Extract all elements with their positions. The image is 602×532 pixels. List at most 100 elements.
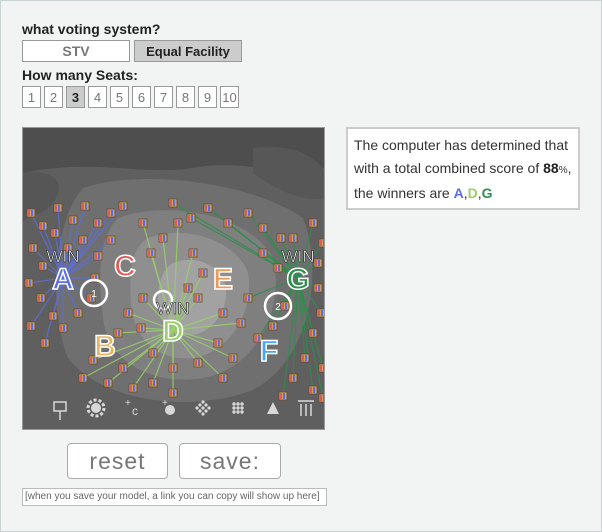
stv-button[interactable]: STV	[22, 40, 130, 62]
seat-button-10[interactable]: 10	[220, 86, 239, 108]
voter-icon[interactable]	[138, 293, 148, 303]
voter-icon[interactable]	[308, 328, 318, 338]
voter-icon[interactable]	[268, 321, 278, 331]
voter-icon[interactable]	[73, 308, 83, 318]
voter-icon[interactable]	[168, 363, 178, 373]
voter-icon[interactable]	[316, 308, 324, 318]
candidate-letter: C	[114, 250, 136, 283]
voter-icon[interactable]	[288, 233, 298, 243]
voter-icon[interactable]	[173, 218, 183, 228]
seat-button-4[interactable]: 4	[88, 86, 107, 108]
candidate-c[interactable]: C	[113, 249, 136, 284]
voter-icon[interactable]	[158, 233, 168, 243]
voter-icon[interactable]	[193, 293, 203, 303]
save-link-field[interactable]: [when you save your model, a link you ca…	[22, 488, 327, 506]
voter-icon[interactable]	[168, 388, 178, 398]
voter-icon[interactable]	[313, 258, 323, 268]
voter-icon[interactable]	[243, 208, 253, 218]
save-button[interactable]: save:	[179, 443, 281, 479]
voter-icon[interactable]	[218, 373, 228, 383]
voter-icon[interactable]	[186, 213, 196, 223]
voter-icon[interactable]	[26, 208, 36, 218]
voter-icon[interactable]	[50, 228, 60, 238]
voter-icon[interactable]	[183, 283, 193, 293]
winner-d: D	[467, 185, 478, 201]
seat-button-7[interactable]: 7	[154, 86, 173, 108]
candidate-e[interactable]: E	[212, 262, 234, 297]
voter-icon[interactable]	[308, 218, 318, 228]
voter-icon[interactable]	[148, 348, 158, 358]
seat-button-9[interactable]: 9	[198, 86, 217, 108]
seat-button-1[interactable]: 1	[22, 86, 41, 108]
voter-icon[interactable]	[80, 201, 90, 211]
voter-icon[interactable]	[218, 308, 228, 318]
voter-icon[interactable]	[276, 233, 286, 243]
voter-icon[interactable]	[136, 323, 146, 333]
voter-icon[interactable]	[26, 321, 36, 331]
candidate-g[interactable]: GWIN	[281, 247, 315, 297]
voter-icon[interactable]	[318, 238, 324, 248]
voter-icon[interactable]	[123, 308, 133, 318]
voter-icon[interactable]	[24, 278, 34, 288]
voter-icon[interactable]	[228, 353, 238, 363]
voter-icon[interactable]	[106, 208, 116, 218]
dots-grid-icon[interactable]	[232, 402, 244, 414]
voter-icon[interactable]	[78, 373, 88, 383]
voter-icon[interactable]	[258, 223, 268, 233]
voter-icon[interactable]	[313, 283, 323, 293]
score-value: 88	[543, 159, 559, 176]
voter-icon[interactable]	[198, 268, 208, 278]
seat-button-3[interactable]: 3	[66, 86, 85, 108]
simulation-canvas[interactable]: 1 2 A WIN B C D WIN E F G WIN + c +	[22, 127, 325, 430]
voter-icon[interactable]	[58, 323, 68, 333]
voter-icon[interactable]	[28, 243, 38, 253]
voter-icon[interactable]	[106, 235, 116, 245]
voter-icon[interactable]	[308, 385, 318, 395]
voter-icon[interactable]	[300, 353, 310, 363]
voter-icon[interactable]	[128, 383, 138, 393]
voter-icon[interactable]	[280, 301, 290, 311]
voter-icon[interactable]	[138, 218, 148, 228]
voter-icon[interactable]	[118, 201, 128, 211]
candidate-f[interactable]: F	[259, 334, 279, 369]
voter-icon[interactable]	[93, 251, 103, 261]
seat-button-2[interactable]: 2	[44, 86, 63, 108]
voter-icon[interactable]	[93, 218, 103, 228]
voter-icon[interactable]	[223, 218, 233, 228]
voter-icon[interactable]	[258, 248, 268, 258]
voter-icon[interactable]	[288, 373, 298, 383]
voter-icon[interactable]	[213, 338, 223, 348]
seat-button-5[interactable]: 5	[110, 86, 129, 108]
voter-icon[interactable]	[193, 358, 203, 368]
voter-icon[interactable]	[236, 318, 246, 328]
voter-icon[interactable]	[48, 311, 58, 321]
win-label: WIN	[156, 299, 189, 318]
voter-icon[interactable]	[78, 235, 88, 245]
score-unit: %	[558, 164, 568, 176]
candidate-b[interactable]: B	[93, 329, 116, 364]
voter-icon[interactable]	[53, 203, 63, 213]
reset-button[interactable]: reset	[67, 443, 168, 479]
voter-icon[interactable]	[103, 378, 113, 388]
voter-icon[interactable]	[278, 391, 288, 401]
voter-icon[interactable]	[146, 248, 156, 258]
win-label: WIN	[46, 247, 79, 266]
simulation-svg[interactable]: 12AWINBCDWINEFGWIN +c+	[23, 128, 324, 429]
voter-icon[interactable]	[243, 293, 253, 303]
voter-icon[interactable]	[38, 221, 48, 231]
voter-icon[interactable]	[40, 338, 50, 348]
equal-facility-button[interactable]: Equal Facility	[134, 40, 242, 62]
voter-icon[interactable]	[148, 378, 158, 388]
voter-icon[interactable]	[203, 203, 213, 213]
seat-button-8[interactable]: 8	[176, 86, 195, 108]
voter-icon[interactable]	[188, 248, 198, 258]
voter-icon[interactable]	[118, 363, 128, 373]
voter-icon[interactable]	[36, 293, 46, 303]
voter-icon[interactable]	[318, 393, 324, 403]
voter-icon[interactable]	[68, 215, 78, 225]
seats-label: How many Seats:	[22, 67, 138, 83]
seat-button-6[interactable]: 6	[132, 86, 151, 108]
voter-icon[interactable]	[168, 198, 178, 208]
seat-selector: 1 2 3 4 5 6 7 8 9 10	[22, 86, 239, 108]
voter-icon[interactable]	[318, 363, 324, 373]
